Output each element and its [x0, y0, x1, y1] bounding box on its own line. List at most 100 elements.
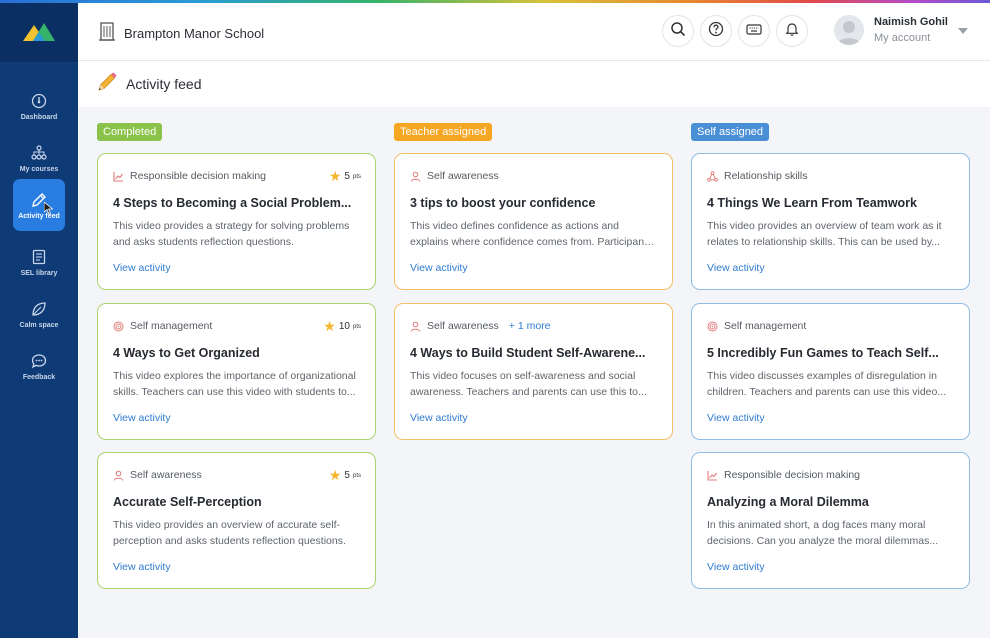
category-row: Responsible decision making	[113, 168, 360, 184]
pencil-icon	[96, 71, 118, 98]
account-subtitle: My account	[874, 32, 931, 44]
category-row: Self awareness + 1 more	[410, 318, 657, 334]
points-unit: pts	[352, 173, 361, 180]
nav-item-my-courses[interactable]: My courses	[13, 132, 65, 184]
view-activity-link[interactable]: View activity	[707, 412, 765, 424]
library-icon	[30, 248, 48, 266]
page-title: Activity feed	[126, 76, 202, 92]
points-value: 10	[338, 321, 350, 332]
nav-label: Dashboard	[20, 113, 58, 121]
card-title: 4 Ways to Get Organized	[113, 346, 260, 360]
card-description: This video focuses on self-awareness and…	[410, 370, 647, 398]
card-title: 3 tips to boost your confidence	[410, 196, 596, 210]
activity-card[interactable]: Self awareness + 1 more 4 Ways to Build …	[394, 303, 673, 440]
account-menu[interactable]: Naimish Gohil My account	[834, 15, 948, 45]
nav-label: My courses	[19, 165, 59, 173]
nav-label: Activity feed	[18, 212, 60, 220]
card-description: This video discusses examples of disregu…	[707, 370, 947, 398]
activity-card[interactable]: Self management 5 Incredibly Fun Games t…	[691, 303, 970, 440]
help-icon	[708, 21, 724, 42]
school-selector[interactable]: Brampton Manor School	[98, 21, 264, 46]
star-icon: ★	[328, 467, 342, 483]
card-title: Analyzing a Moral Dilemma	[707, 495, 869, 509]
keyboard-button[interactable]	[738, 15, 770, 47]
mouse-cursor-icon	[43, 201, 54, 220]
card-title: 4 Ways to Build Student Self-Awarene...	[410, 346, 646, 360]
category-row: Responsible decision making	[707, 467, 954, 483]
courses-icon	[30, 144, 48, 162]
nav-item-activity-feed[interactable]: Activity feed	[13, 179, 65, 231]
column-tag-self-assigned: Self assigned	[691, 123, 770, 141]
person-icon	[113, 470, 124, 481]
points-badge: ★ 10 pts	[323, 318, 361, 335]
card-title: 4 Steps to Becoming a Social Problem...	[113, 196, 352, 210]
help-button[interactable]	[700, 15, 732, 47]
bell-icon	[784, 21, 800, 42]
points-unit: pts	[352, 323, 361, 330]
points-unit: pts	[352, 472, 361, 479]
account-name: Naimish Gohil	[874, 16, 948, 28]
category-row: Self management	[707, 318, 954, 334]
more-categories-link[interactable]: + 1 more	[509, 320, 551, 332]
view-activity-link[interactable]: View activity	[707, 262, 765, 274]
view-activity-link[interactable]: View activity	[113, 262, 171, 274]
card-title: Accurate Self-Perception	[113, 495, 262, 509]
category-row: Self awareness	[113, 467, 360, 483]
card-description: This video provides an overview of accur…	[113, 519, 346, 547]
search-button[interactable]	[662, 15, 694, 47]
nav-label: Calm space	[19, 321, 59, 329]
view-activity-link[interactable]: View activity	[410, 262, 468, 274]
category-label: Relationship skills	[724, 170, 808, 182]
notifications-button[interactable]	[776, 15, 808, 47]
card-description: In this animated short, a dog faces many…	[707, 519, 939, 547]
keyboard-icon	[746, 21, 762, 42]
category-label: Self management	[130, 320, 213, 332]
chevron-down-icon[interactable]	[958, 28, 968, 34]
points-value: 5	[344, 470, 350, 481]
activity-card[interactable]: Responsible decision making ★ 5 pts 4 Ste…	[97, 153, 376, 290]
sidebar: Dashboard My courses Activity feed SEL l…	[0, 0, 78, 638]
nav-label: SEL library	[20, 269, 58, 277]
category-row: Self awareness	[410, 168, 657, 184]
category-label: Responsible decision making	[724, 469, 860, 481]
chart-icon	[113, 171, 124, 182]
activity-card[interactable]: Self awareness 3 tips to boost your conf…	[394, 153, 673, 290]
nav-item-dashboard[interactable]: Dashboard	[13, 80, 65, 132]
avatar	[834, 15, 864, 45]
chart-icon	[707, 470, 718, 481]
target-icon	[707, 321, 718, 332]
dashboard-icon	[30, 92, 48, 110]
activity-card[interactable]: Responsible decision making Analyzing a …	[691, 452, 970, 589]
column-tag-completed: Completed	[97, 123, 163, 141]
person-icon	[410, 321, 421, 332]
activity-card[interactable]: Relationship skills 4 Things We Learn Fr…	[691, 153, 970, 290]
card-title: 4 Things We Learn From Teamwork	[707, 196, 917, 210]
view-activity-link[interactable]: View activity	[707, 561, 765, 573]
category-label: Self awareness	[427, 320, 499, 332]
app-logo[interactable]	[0, 0, 78, 62]
card-description: This video explores the importance of or…	[113, 370, 356, 398]
school-name: Brampton Manor School	[124, 26, 265, 41]
category-label: Self awareness	[427, 170, 499, 182]
points-value: 5	[344, 171, 350, 182]
nav-label: Feedback	[22, 373, 56, 381]
column-tag-teacher-assigned: Teacher assigned	[394, 123, 493, 141]
nav-item-calm-space[interactable]: Calm space	[13, 288, 65, 340]
card-description: This video provides a strategy for solvi…	[113, 220, 350, 248]
card-description: This video defines confidence as actions…	[410, 220, 653, 248]
category-label: Self management	[724, 320, 807, 332]
building-icon	[98, 21, 116, 46]
card-description: This video provides an overview of team …	[707, 220, 942, 248]
star-icon: ★	[328, 168, 342, 184]
view-activity-link[interactable]: View activity	[113, 412, 171, 424]
nav-item-sel-library[interactable]: SEL library	[13, 236, 65, 288]
leaf-icon	[30, 300, 48, 318]
activity-card[interactable]: Self awareness ★ 5 pts Accurate Self-Perc…	[97, 452, 376, 589]
view-activity-link[interactable]: View activity	[113, 561, 171, 573]
search-icon	[670, 21, 686, 42]
view-activity-link[interactable]: View activity	[410, 412, 468, 424]
target-icon	[113, 321, 124, 332]
activity-card[interactable]: Self management ★ 10 pts 4 Ways to Get Or…	[97, 303, 376, 440]
top-bar: Brampton Manor School Naimish Gohil My a…	[78, 3, 990, 61]
nav-item-feedback[interactable]: Feedback	[13, 340, 65, 392]
